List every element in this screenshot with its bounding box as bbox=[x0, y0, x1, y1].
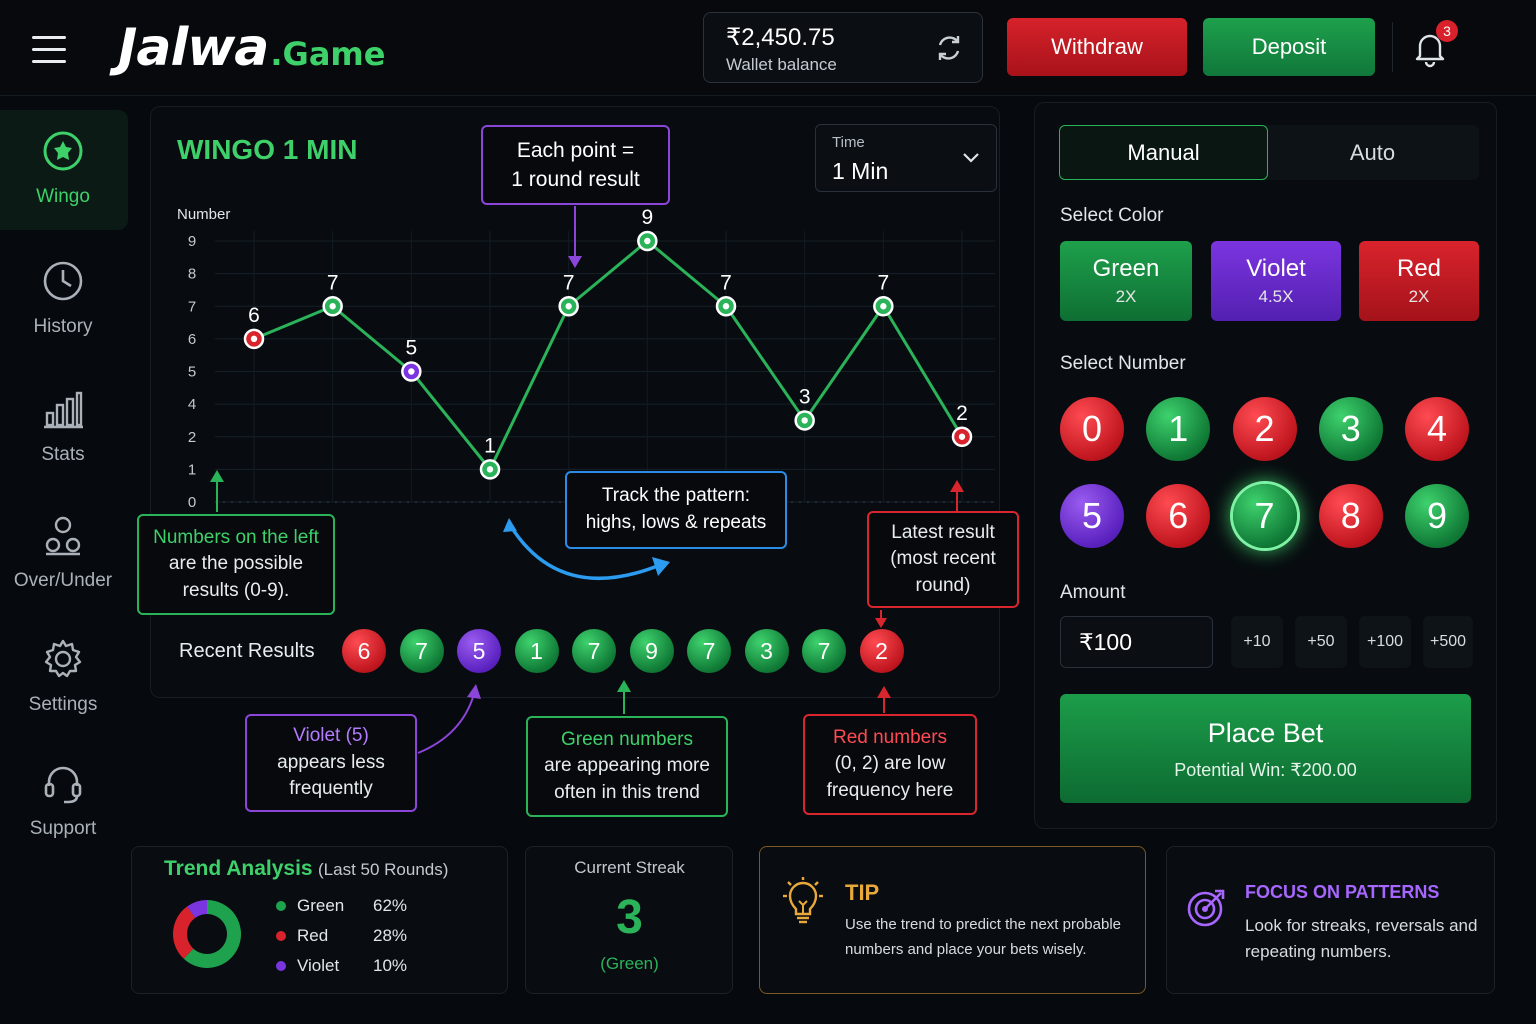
wingo-icon bbox=[43, 131, 83, 171]
number-ball-0[interactable]: 0 bbox=[1060, 397, 1124, 461]
number-ball-6[interactable]: 6 bbox=[1146, 484, 1211, 548]
focus-text: Look for streaks, reversals and repeatin… bbox=[1245, 916, 1478, 961]
callout-red: Red numbers (0, 2) are low frequency here bbox=[803, 714, 977, 815]
withdraw-button[interactable]: Withdraw bbox=[1007, 18, 1187, 76]
place-bet-label: Place Bet bbox=[1207, 718, 1324, 748]
sidebar-item-support[interactable]: Support bbox=[0, 742, 128, 862]
lightbulb-icon bbox=[783, 877, 823, 924]
chip-plus-100[interactable]: +100 bbox=[1359, 616, 1411, 668]
number-ball-7[interactable]: 7 bbox=[1232, 484, 1297, 548]
streak-label: Current Streak bbox=[574, 858, 685, 877]
sidebar-item-label: Settings bbox=[28, 694, 98, 715]
callout-track-pattern: Track the pattern: highs, lows & repeats bbox=[565, 471, 787, 549]
sidebar-item-label: Over/Under bbox=[13, 570, 113, 591]
sidebar-item-label: History bbox=[33, 316, 93, 337]
sidebar-item-stats[interactable]: Stats bbox=[0, 368, 128, 488]
brand-logo: Jalwa.Game bbox=[118, 18, 385, 82]
recent-result-ball: 1 bbox=[514, 629, 559, 673]
streak-value: 3 bbox=[616, 891, 643, 944]
place-bet-button[interactable]: Place Bet Potential Win: ₹200.00 bbox=[1060, 694, 1471, 803]
brand-suffix: .Game bbox=[270, 35, 386, 73]
recent-result-ball: 7 bbox=[687, 629, 731, 673]
number-ball-1[interactable]: 1 bbox=[1146, 397, 1211, 461]
header-divider bbox=[1392, 22, 1393, 72]
chip-plus-10[interactable]: +10 bbox=[1231, 616, 1283, 668]
headset-icon bbox=[44, 766, 82, 804]
color-green-button[interactable]: Green 2X bbox=[1060, 241, 1192, 321]
number-ball-8[interactable]: 8 bbox=[1318, 484, 1383, 548]
refresh-icon[interactable] bbox=[934, 33, 964, 63]
violet-arrow bbox=[417, 693, 475, 754]
focus-title: FOCUS ON PATTERNS bbox=[1245, 882, 1440, 902]
chip-plus-500[interactable]: +500 bbox=[1423, 616, 1473, 668]
recent-result-ball: 7 bbox=[802, 629, 846, 673]
recent-result-ball: 7 bbox=[572, 629, 616, 673]
sidebar-item-wingo[interactable]: Wingo bbox=[0, 110, 128, 230]
time-label: Time bbox=[832, 134, 865, 151]
brand-main: Jalwa bbox=[118, 18, 269, 78]
users-icon bbox=[45, 516, 81, 556]
wallet-balance: ₹2,450.75 Wallet balance bbox=[703, 12, 983, 83]
trend-title: Trend Analysis bbox=[164, 857, 313, 880]
streak-color: (Green) bbox=[600, 954, 659, 973]
callout-violet: Violet (5) appears less frequently bbox=[245, 714, 417, 812]
recent-result-ball: 7 bbox=[399, 629, 444, 673]
color-violet-button[interactable]: Violet 4.5X bbox=[1211, 241, 1341, 321]
select-color-label: Select Color bbox=[1060, 205, 1164, 226]
recent-result-ball: 9 bbox=[629, 629, 674, 673]
tab-auto[interactable]: Auto bbox=[1268, 125, 1477, 180]
sidebar-item-label: Support bbox=[29, 818, 97, 839]
time-value: 1 Min bbox=[832, 158, 889, 184]
gear-icon bbox=[44, 639, 82, 678]
select-number-label: Select Number bbox=[1060, 353, 1186, 374]
recent-results-label: Recent Results bbox=[179, 640, 315, 662]
menu-icon[interactable] bbox=[32, 36, 66, 64]
notification-badge: 3 bbox=[1436, 20, 1458, 42]
recent-result-ball: 2 bbox=[859, 629, 904, 673]
chevron-down-icon bbox=[963, 153, 979, 163]
number-ball-5[interactable]: 5 bbox=[1060, 484, 1124, 548]
sidebar-item-history[interactable]: History bbox=[0, 240, 128, 360]
top-header: Jalwa.Game ₹2,450.75 Wallet balance With… bbox=[0, 0, 1536, 96]
sidebar: Wingo History Stats Over/Under Settings … bbox=[0, 96, 130, 1024]
sidebar-item-over-under[interactable]: Over/Under bbox=[0, 494, 128, 614]
time-dropdown[interactable]: Time 1 Min bbox=[815, 124, 997, 192]
clock-icon bbox=[43, 261, 83, 301]
sidebar-item-label: Stats bbox=[41, 444, 85, 465]
number-ball-3[interactable]: 3 bbox=[1318, 397, 1383, 461]
recent-result-ball: 5 bbox=[457, 629, 501, 673]
amount-input[interactable]: ₹100 bbox=[1060, 616, 1213, 668]
recent-result-ball: 6 bbox=[342, 629, 386, 673]
chip-plus-50[interactable]: +50 bbox=[1295, 616, 1347, 668]
sidebar-item-settings[interactable]: Settings bbox=[0, 618, 128, 738]
trend-donut-chart bbox=[173, 900, 242, 968]
sidebar-item-label: Wingo bbox=[36, 186, 90, 207]
tab-manual[interactable]: Manual bbox=[1059, 125, 1268, 180]
recent-result-ball: 3 bbox=[744, 629, 789, 673]
tip-title: TIP bbox=[845, 880, 880, 905]
number-ball-9[interactable]: 9 bbox=[1405, 484, 1469, 548]
callout-green: Green numbers are appearing more often in … bbox=[526, 716, 728, 817]
wallet-label: Wallet balance bbox=[726, 55, 837, 74]
bar-chart-icon bbox=[44, 391, 83, 429]
callout-left-numbers: Numbers on the left are the possible resul… bbox=[137, 514, 335, 615]
number-ball-4[interactable]: 4 bbox=[1405, 397, 1469, 461]
number-ball-2[interactable]: 2 bbox=[1232, 397, 1297, 461]
trend-subtitle: (Last 50 Rounds) bbox=[318, 860, 449, 879]
callout-each-point: Each point = 1 round result bbox=[481, 125, 670, 205]
wallet-amount: ₹2,450.75 bbox=[726, 24, 835, 51]
tip-text: Use the trend to predict the next probab… bbox=[845, 916, 1122, 958]
color-red-button[interactable]: Red 2X bbox=[1359, 241, 1479, 321]
game-title: WINGO 1 MIN bbox=[177, 134, 358, 165]
deposit-button[interactable]: Deposit bbox=[1203, 18, 1375, 76]
potential-win: Potential Win: ₹200.00 bbox=[1174, 760, 1357, 780]
target-icon bbox=[1187, 889, 1225, 927]
callout-latest-result: Latest result (most recent round) bbox=[867, 511, 1019, 608]
amount-label: Amount bbox=[1060, 582, 1126, 603]
